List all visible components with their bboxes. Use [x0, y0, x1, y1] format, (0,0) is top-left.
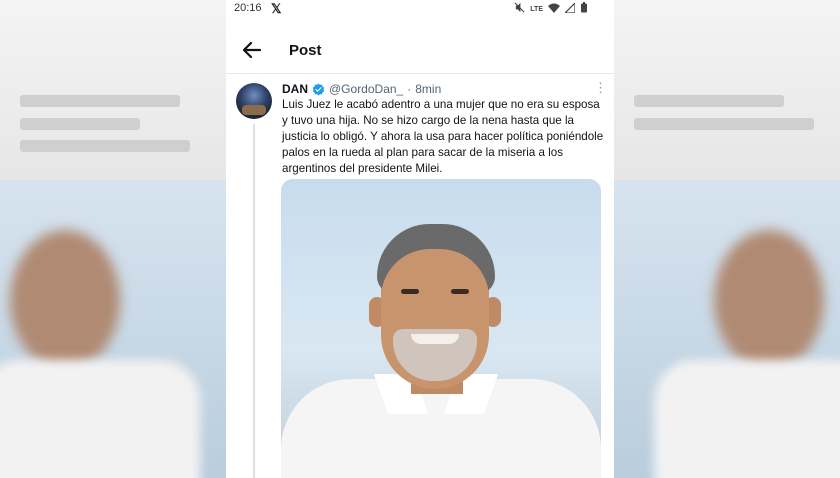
status-icons: LTE	[514, 1, 588, 16]
user-handle[interactable]: @GordoDan_	[329, 82, 403, 96]
header-divider	[226, 73, 614, 74]
x-logo-icon: 𝕏	[271, 1, 282, 16]
more-vertical-icon[interactable]: ⋮	[594, 81, 607, 94]
mute-icon	[514, 2, 525, 16]
top-navigation: Post	[226, 30, 614, 70]
post-text: Luis Juez le acabó adentro a una mujer q…	[282, 98, 604, 175]
page-title: Post	[289, 42, 322, 59]
status-time: 20:16	[234, 2, 262, 14]
separator-dot: ·	[407, 82, 412, 96]
background-left	[0, 0, 226, 478]
avatar[interactable]	[236, 83, 272, 119]
verified-badge-icon	[312, 83, 325, 96]
wifi-icon	[548, 3, 560, 16]
post-screen: 20:16 𝕏 LTE Post DAN @GordoDan_ · 8min ⋮…	[226, 0, 614, 478]
display-name[interactable]: DAN	[282, 82, 308, 96]
status-bar: 20:16 𝕏 LTE	[226, 0, 614, 18]
post-image[interactable]	[281, 179, 601, 478]
arrow-left-icon[interactable]	[240, 38, 264, 62]
background-right	[614, 0, 840, 478]
post-header: DAN @GordoDan_ · 8min ⋮	[282, 81, 607, 97]
network-type-label: LTE	[530, 5, 543, 13]
signal-icon	[563, 1, 576, 16]
thread-line	[253, 124, 255, 478]
battery-icon	[580, 2, 588, 16]
post-time[interactable]: 8min	[415, 82, 441, 96]
